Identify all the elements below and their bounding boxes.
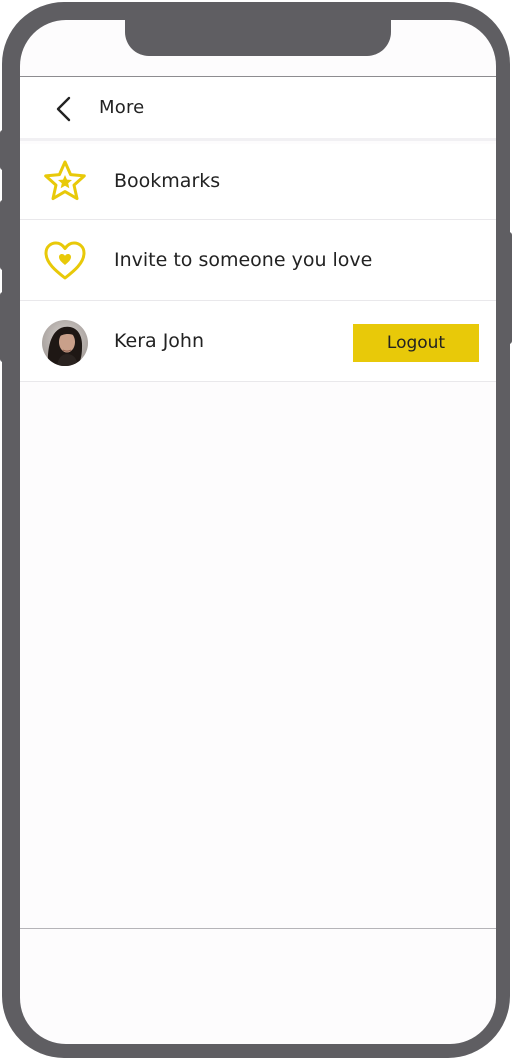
back-button[interactable]: [48, 93, 80, 125]
heart-icon: [42, 238, 88, 284]
profile-name: Kera John: [114, 330, 205, 352]
star-icon: [42, 159, 88, 205]
side-button-left-2: [0, 200, 6, 270]
bottom-divider: [20, 928, 496, 929]
side-button-left-3: [0, 292, 6, 362]
avatar: [42, 320, 88, 366]
side-button-left-1: [0, 130, 6, 170]
phone-frame: More Bookmarks Invite to someone you lov…: [2, 2, 510, 1058]
page-title: More: [99, 97, 145, 118]
header-bar: More: [20, 77, 496, 141]
menu-item-bookmarks[interactable]: Bookmarks: [20, 144, 496, 220]
menu-item-invite[interactable]: Invite to someone you love: [20, 220, 496, 301]
side-button-right: [506, 232, 512, 344]
screen: More Bookmarks Invite to someone you lov…: [20, 20, 496, 1044]
logout-button[interactable]: Logout: [353, 324, 479, 362]
notch: [125, 20, 391, 56]
menu-item-label: Invite to someone you love: [114, 249, 373, 271]
menu-item-label: Bookmarks: [114, 170, 221, 192]
chevron-left-icon: [56, 96, 71, 122]
profile-row: Kera John Logout: [20, 301, 496, 382]
